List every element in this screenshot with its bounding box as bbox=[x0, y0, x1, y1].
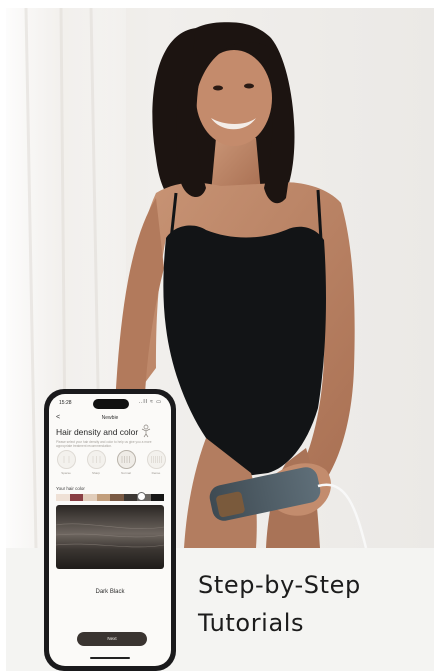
hair-color-swatch[interactable] bbox=[83, 494, 97, 501]
feature-caption: Step-by-Step Tutorials bbox=[198, 566, 361, 642]
hair-color-swatch[interactable] bbox=[56, 494, 70, 501]
nav-title: Newbie bbox=[101, 415, 119, 421]
selected-color-name: Dark Black bbox=[95, 589, 125, 595]
density-option-sparse[interactable]: Sparse bbox=[55, 450, 77, 475]
density-circle-selected bbox=[116, 450, 136, 469]
density-option-sharp[interactable]: Sharp bbox=[85, 450, 107, 475]
caption-line-2: Tutorials bbox=[198, 609, 305, 637]
home-indicator bbox=[90, 657, 130, 659]
hair-color-label: Your hair color bbox=[56, 486, 85, 491]
density-circle bbox=[86, 450, 106, 469]
color-slider-thumb[interactable] bbox=[137, 492, 146, 501]
dynamic-island bbox=[93, 399, 129, 409]
status-icons: ..ll ≈ ▭ bbox=[138, 399, 162, 405]
body-figure-icon bbox=[141, 424, 151, 438]
density-label: Sharp bbox=[91, 471, 100, 475]
density-circle bbox=[56, 450, 76, 469]
hair-color-swatch[interactable] bbox=[110, 494, 124, 501]
density-option-dense[interactable]: Dense bbox=[145, 450, 167, 475]
status-time: 15:28 bbox=[59, 400, 72, 406]
hair-color-swatch[interactable] bbox=[150, 494, 164, 501]
density-label: Dense bbox=[151, 471, 161, 475]
hair-sample-image bbox=[56, 505, 164, 569]
next-button[interactable]: Next bbox=[77, 632, 147, 646]
hair-color-swatch[interactable] bbox=[96, 494, 110, 501]
density-circle bbox=[146, 450, 166, 469]
screen-title: Hair density and color bbox=[56, 427, 139, 437]
density-option-normal[interactable]: Normal bbox=[115, 450, 137, 475]
phone-mockup: 15:28 ..ll ≈ ▭ < Newbie Hair density and… bbox=[44, 389, 176, 671]
density-label: Sparse bbox=[61, 471, 71, 475]
phone-screen: 15:28 ..ll ≈ ▭ < Newbie Hair density and… bbox=[49, 394, 171, 666]
density-options: Sparse Sharp Normal Dense bbox=[55, 450, 167, 475]
density-label: Normal bbox=[121, 471, 131, 475]
hair-color-swatch[interactable] bbox=[69, 494, 83, 501]
hair-color-swatch[interactable] bbox=[123, 494, 137, 501]
caption-line-1: Step-by-Step bbox=[198, 571, 361, 599]
screen-description: Please select your hair density and colo… bbox=[56, 440, 152, 448]
hair-color-swatches[interactable] bbox=[56, 494, 164, 501]
